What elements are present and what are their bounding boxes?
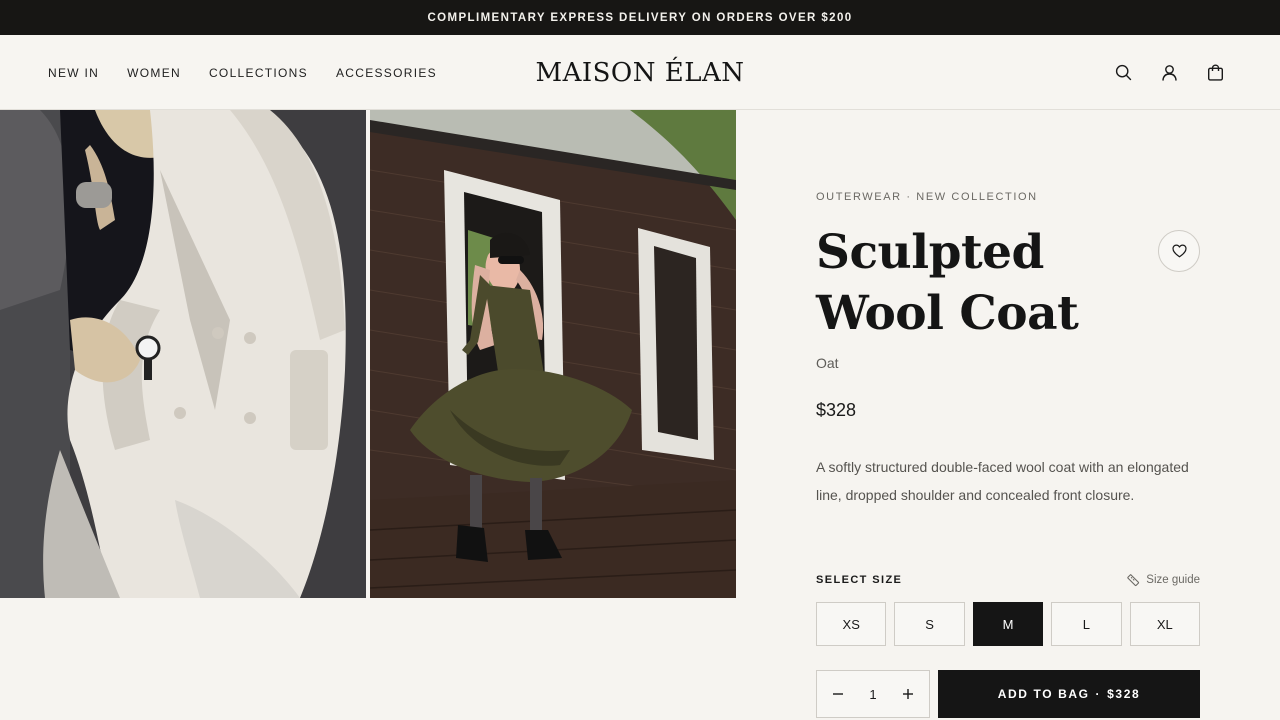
nav-collections[interactable]: COLLECTIONS (209, 66, 308, 80)
nav-new-in[interactable]: NEW IN (48, 66, 99, 80)
product-image-model-outdoor[interactable] (370, 110, 736, 598)
size-selector: XS S M L XL (816, 602, 1201, 646)
bag-icon[interactable] (1206, 64, 1224, 82)
add-to-bag-button[interactable]: ADD TO BAG · $328 (938, 670, 1200, 718)
account-icon[interactable] (1160, 64, 1178, 82)
main-nav: NEW IN WOMEN COLLECTIONS ACCESSORIES (48, 35, 437, 110)
product-description: A softly structured double-faced wool co… (816, 459, 1189, 503)
wishlist-button[interactable] (1158, 230, 1200, 272)
size-option-xs[interactable]: XS (816, 602, 887, 646)
product-image-coat-detail[interactable] (0, 110, 366, 598)
header-actions (1114, 35, 1224, 110)
plus-icon[interactable] (901, 687, 915, 701)
quantity-stepper: 1 (816, 670, 930, 718)
size-label: SELECT SIZE (816, 574, 903, 586)
product-price: $328 (816, 400, 857, 420)
size-guide-text: Size guide (1146, 574, 1200, 586)
ruler-icon (1126, 573, 1140, 587)
size-guide-link[interactable]: Size guide (1126, 573, 1200, 587)
heart-icon (1171, 244, 1187, 258)
size-option-l[interactable]: L (1051, 602, 1122, 646)
site-header: NEW IN WOMEN COLLECTIONS ACCESSORIES MAI… (0, 35, 1280, 110)
announcement-bar: COMPLIMENTARY EXPRESS DELIVERY ON ORDERS… (0, 0, 1280, 35)
product-category: OUTERWEAR · NEW COLLECTION (816, 191, 1038, 203)
brand-logo[interactable]: MAISON ÉLAN (535, 58, 744, 88)
quantity-value[interactable]: 1 (869, 687, 876, 702)
announcement-text: COMPLIMENTARY EXPRESS DELIVERY ON ORDERS… (427, 11, 853, 24)
nav-women[interactable]: WOMEN (127, 66, 181, 80)
product-title: Sculpted Wool Coat (816, 225, 1079, 341)
nav-accessories[interactable]: ACCESSORIES (336, 66, 437, 80)
add-to-bag-label: ADD TO BAG (997, 687, 1090, 701)
product-color: Oat (816, 355, 839, 371)
size-option-s[interactable]: S (894, 602, 965, 646)
product-gallery (0, 110, 736, 598)
add-to-bag-price: $328 (1107, 687, 1141, 701)
size-option-m[interactable]: M (972, 602, 1044, 646)
search-icon[interactable] (1114, 64, 1132, 82)
minus-icon[interactable] (831, 687, 845, 701)
size-option-xl[interactable]: XL (1129, 602, 1201, 646)
add-to-bag-separator: · (1095, 687, 1102, 701)
